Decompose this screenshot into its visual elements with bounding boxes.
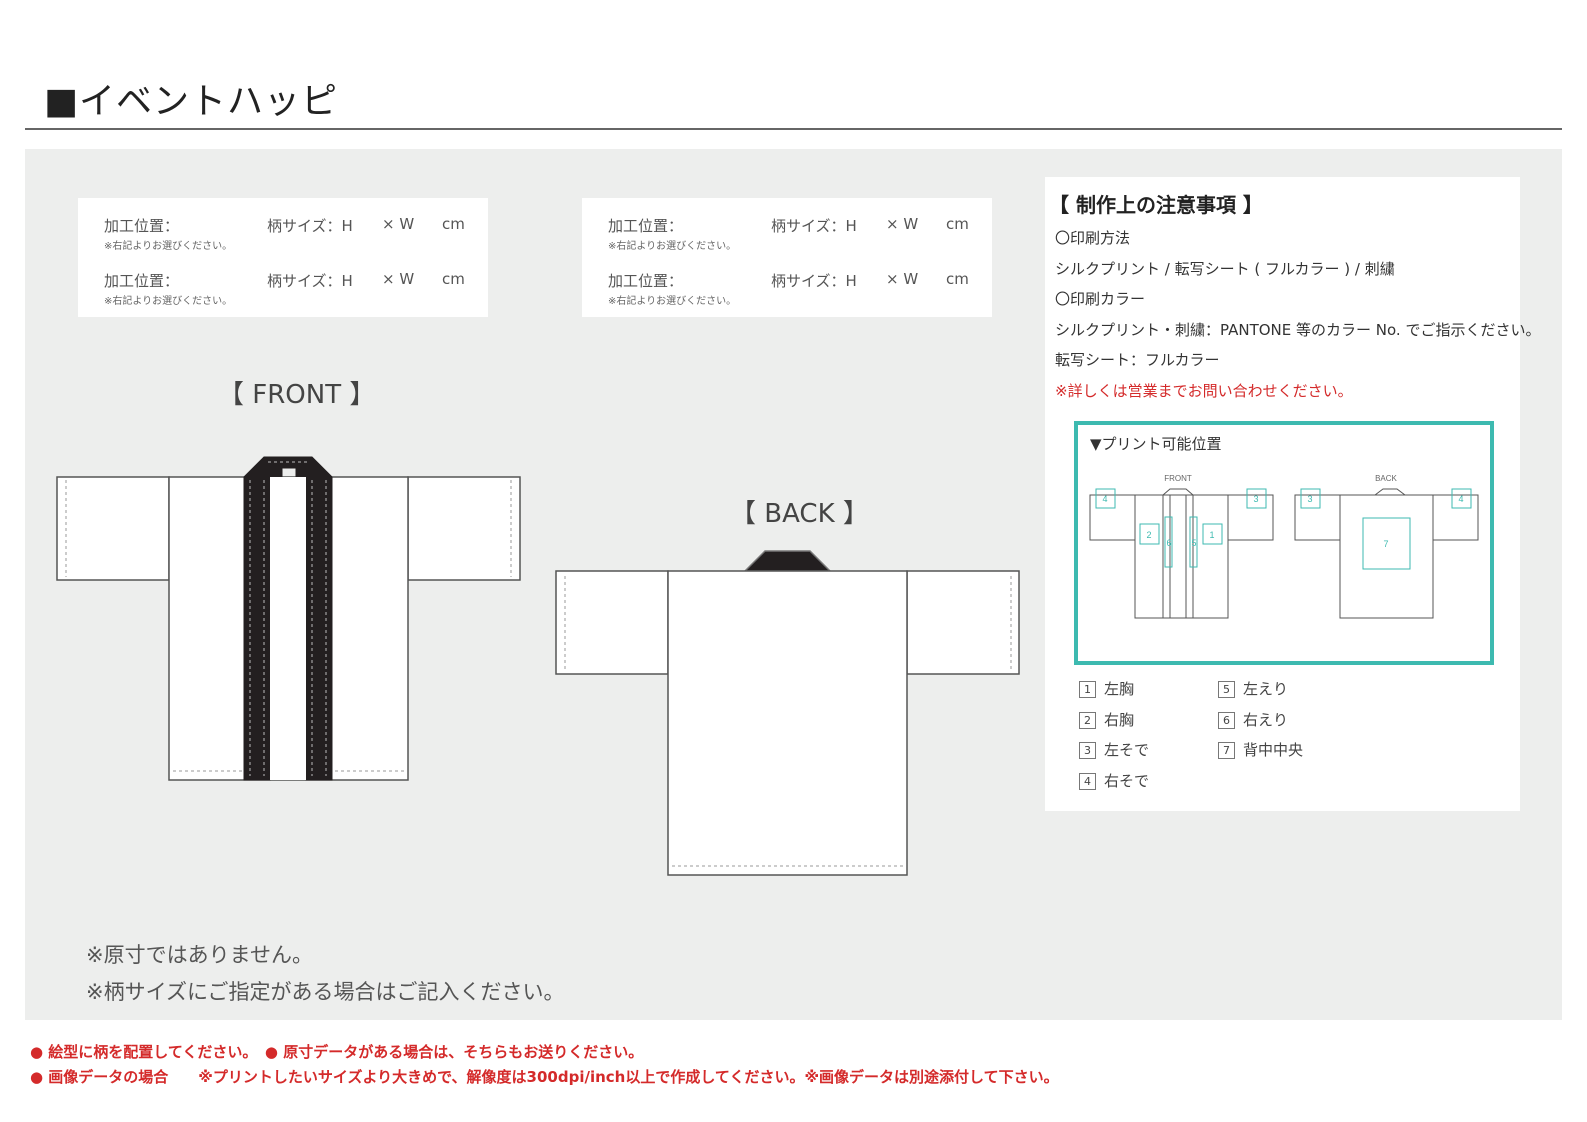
print-back-caption: BACK [1375,474,1397,483]
legend-label: 右胸 [1104,711,1135,729]
svg-text:4: 4 [1102,494,1107,504]
legend-label: 左そで [1104,741,1150,759]
legend-item: 7 背中中央 [1218,739,1303,760]
legend-label: 右えり [1243,711,1289,729]
legend-label: 背中中央 [1243,741,1304,759]
legend-number: 2 [1079,712,1096,729]
legend-number: 5 [1218,681,1235,698]
svg-text:2: 2 [1146,530,1151,540]
legend-number: 4 [1079,773,1096,790]
legend-label: 左えり [1243,680,1289,698]
legend-number: 6 [1218,712,1235,729]
warning-line-2: ● 画像データの場合 ※プリントしたいサイズより大きめで、解像度は300dpi/… [30,1068,1059,1086]
legend-item: 2 右胸 [1079,709,1134,730]
legend-number: 3 [1079,742,1096,759]
legend-label: 右そで [1104,772,1150,790]
svg-text:5: 5 [1191,538,1196,548]
legend-item: 5 左えり [1218,678,1288,699]
legend-number: 1 [1079,681,1096,698]
warning-line-1: ● 絵型に柄を配置してください。 ● 原寸データがある場合は、そちらもお送りくだ… [30,1043,644,1061]
legend-item: 6 右えり [1218,709,1288,730]
print-front-caption: FRONT [1164,474,1192,483]
svg-text:4: 4 [1458,494,1463,504]
legend-item: 3 左そで [1079,739,1149,760]
legend-number: 7 [1218,742,1235,759]
svg-text:1: 1 [1209,530,1214,540]
svg-text:7: 7 [1383,539,1388,549]
legend-item: 4 右そで [1079,770,1149,791]
footnote-not-actual-size: ※原寸ではありません。 [86,943,313,967]
footnote-size-request: ※柄サイズにご指定がある場合はご記入ください。 [86,980,565,1004]
svg-text:3: 3 [1307,494,1312,504]
svg-text:3: 3 [1253,494,1258,504]
svg-text:6: 6 [1166,538,1171,548]
legend-item: 1 左胸 [1079,678,1134,699]
legend-label: 左胸 [1104,680,1135,698]
